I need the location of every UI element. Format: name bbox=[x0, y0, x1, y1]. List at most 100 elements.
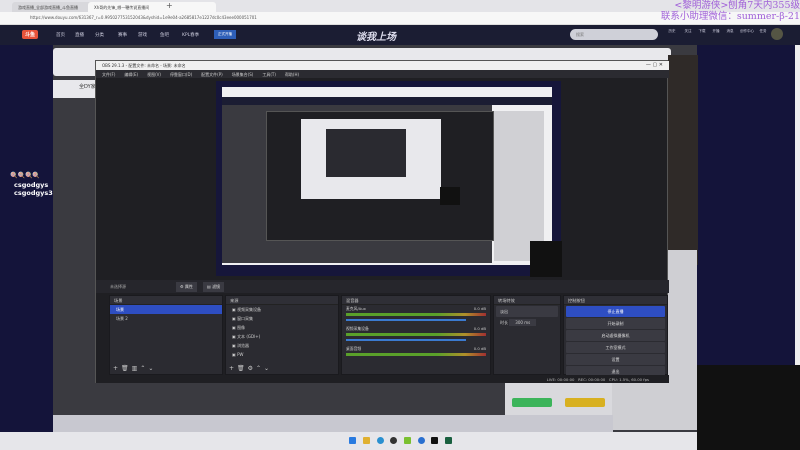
settings-button[interactable]: 设置 bbox=[566, 354, 665, 365]
url-input[interactable]: https://www.douyu.com/631367_r=0.9950277… bbox=[30, 15, 570, 23]
status-bar: LIVE: 00:00:00 REC: 00:00:00 CPU: 1.5%, … bbox=[96, 375, 669, 383]
menu-edit[interactable]: 编辑(E) bbox=[124, 72, 138, 77]
new-tab-button[interactable]: + bbox=[166, 1, 173, 10]
app-icon[interactable] bbox=[431, 437, 438, 444]
message-icon[interactable]: 消息 bbox=[723, 29, 737, 34]
duration-input[interactable]: 300 ms bbox=[509, 319, 537, 326]
obs-window: OBS 29.1.3 - 配置文件: 未命名 - 场景: 未命名 — ▢ ✕ 文件… bbox=[95, 60, 669, 383]
transition-select[interactable]: 淡出 bbox=[496, 306, 558, 317]
live-time: LIVE: 00:00:00 bbox=[546, 377, 575, 382]
properties-button[interactable]: ⚙ 属性 bbox=[176, 282, 197, 292]
gift-card bbox=[505, 383, 612, 415]
scenes-dock: 场景 场景 场景 2 +🗑▥⌃⌄ bbox=[109, 295, 223, 375]
edge-icon[interactable] bbox=[377, 437, 384, 444]
source-item[interactable]: ▣ 视频采集设备 bbox=[226, 305, 338, 314]
nav-live[interactable]: 直播 bbox=[75, 32, 84, 38]
download-icon[interactable]: 下载 bbox=[695, 29, 709, 34]
stop-streaming-button[interactable]: 停止直播 bbox=[566, 306, 665, 317]
dock-title: 转场特效 bbox=[494, 296, 560, 305]
mixer-channel: 桌面音频 0.0 dB bbox=[342, 345, 490, 357]
source-toolbar: 未选择源 ⚙ 属性 ▤ 滤镜 bbox=[96, 280, 669, 293]
menu-view[interactable]: 视图(V) bbox=[147, 72, 161, 77]
browser-tab-active[interactable]: Xh哥的先锋_哪一鞭传说直播间 bbox=[88, 2, 216, 12]
black-region bbox=[697, 365, 800, 450]
explorer-icon[interactable] bbox=[363, 437, 370, 444]
audio-mixer-dock: 混音器 麦克风/Aux 0.0 dB 视频采集设备 0.0 dB 桌面音频 0.0 d… bbox=[341, 295, 491, 375]
cpu-fps: CPU: 1.5%, 60.00 fps bbox=[608, 377, 649, 382]
creator-icon[interactable]: 创作中心 bbox=[740, 29, 754, 34]
transitions-dock: 转场特效 淡出 时长 300 ms bbox=[493, 295, 561, 375]
left-background bbox=[0, 45, 53, 435]
preview-black-region bbox=[530, 241, 562, 277]
app-icon[interactable] bbox=[404, 437, 411, 444]
task-icon[interactable]: 任务 bbox=[756, 29, 770, 34]
green-button[interactable] bbox=[512, 398, 552, 407]
event-banner[interactable]: 谈我上场 bbox=[356, 28, 396, 43]
nav-kpl[interactable]: KPL春季 bbox=[182, 32, 199, 38]
mixer-channel: 麦克风/Aux 0.0 dB bbox=[342, 305, 490, 325]
filters-label: 滤镜 bbox=[212, 284, 221, 289]
history-icon[interactable]: 历史 bbox=[665, 29, 679, 34]
source-item[interactable]: ▣ 窗口采集 bbox=[226, 314, 338, 323]
douyu-logo[interactable]: 斗鱼 bbox=[22, 30, 39, 39]
source-item[interactable]: ▣ 文本 (GDI+) bbox=[226, 332, 338, 341]
go-live-badge[interactable]: 正式开播 bbox=[214, 30, 236, 39]
dock-title: 来源 bbox=[226, 296, 338, 305]
broadcast-icon[interactable]: 开播 bbox=[709, 29, 723, 34]
dock-title: 场景 bbox=[110, 296, 222, 305]
avatar[interactable] bbox=[771, 28, 783, 40]
selected-source-label: 未选择源 bbox=[110, 284, 126, 289]
menu-file[interactable]: 文件(F) bbox=[102, 72, 115, 77]
overlay-line-1: <黎明游侠>刨角7天内355级 bbox=[674, 0, 800, 11]
stream-overlay-text: <黎明游侠>刨角7天内355级 联系小助理微信：summer-β-21 bbox=[650, 0, 800, 22]
nav-fishbar[interactable]: 鱼吧 bbox=[160, 32, 169, 38]
mixer-channel: 视频采集设备 0.0 dB bbox=[342, 325, 490, 345]
search-input[interactable]: 搜索 bbox=[570, 29, 658, 40]
app-icon[interactable] bbox=[445, 437, 452, 444]
dock-title: 控制按钮 bbox=[564, 296, 667, 305]
nav-events[interactable]: 赛事 bbox=[118, 32, 127, 38]
preview-canvas[interactable] bbox=[216, 81, 561, 276]
viewer-name[interactable]: csgodgys3 bbox=[14, 189, 53, 197]
properties-label: 属性 bbox=[184, 284, 193, 289]
menu-docks[interactable]: 停靠窗口(D) bbox=[170, 72, 192, 77]
dock-title: 混音器 bbox=[342, 296, 490, 305]
volume-slider[interactable] bbox=[346, 319, 467, 321]
obs-title-bar: OBS 29.1.3 - 配置文件: 未命名 - 场景: 未命名 — ▢ ✕ bbox=[96, 61, 669, 70]
menu-scene-collection[interactable]: 场景集合(S) bbox=[232, 72, 254, 77]
nav-home[interactable]: 首页 bbox=[56, 32, 65, 38]
start-icon[interactable] bbox=[349, 437, 356, 444]
app-icon[interactable] bbox=[418, 437, 425, 444]
ad-panel[interactable] bbox=[668, 55, 698, 265]
follow-icon[interactable]: 关注 bbox=[681, 29, 695, 34]
nested-header bbox=[222, 97, 552, 105]
window-controls[interactable]: — ▢ ✕ bbox=[646, 62, 663, 68]
virtual-camera-button[interactable]: 启动虚拟摄像机 bbox=[566, 330, 665, 341]
obs-menu-bar: 文件(F) 编辑(E) 视图(V) 停靠窗口(D) 配置文件(P) 场景集合(S) 工具(T… bbox=[96, 70, 669, 78]
start-recording-button[interactable]: 开始录制 bbox=[566, 318, 665, 329]
lollipop-icons: 🍭🍭🍭🍭 bbox=[10, 172, 40, 179]
volume-slider[interactable] bbox=[346, 339, 467, 341]
source-toolbar[interactable]: +🗑⚙⌃⌄ bbox=[229, 365, 272, 372]
window-title: OBS 29.1.3 - 配置文件: 未命名 - 场景: 未命名 bbox=[102, 63, 186, 68]
yellow-button[interactable] bbox=[565, 398, 605, 407]
menu-profile[interactable]: 配置文件(P) bbox=[201, 72, 223, 77]
nav-games[interactable]: 游戏 bbox=[138, 32, 147, 38]
duration-row: 时长 300 ms bbox=[494, 318, 560, 327]
nav-category[interactable]: 分类 bbox=[95, 32, 104, 38]
scene-toolbar[interactable]: +🗑▥⌃⌄ bbox=[113, 365, 156, 372]
viewer-name[interactable]: csgodgys bbox=[14, 181, 48, 189]
source-item[interactable]: ▣ 浏览器 bbox=[226, 341, 338, 350]
scene-item[interactable]: 场景 bbox=[110, 305, 222, 314]
nested-chat bbox=[494, 111, 544, 261]
source-item[interactable]: ▣ 图像 bbox=[226, 323, 338, 332]
obs-icon[interactable] bbox=[390, 437, 397, 444]
controls-dock: 控制按钮 停止直播 开始录制 启动虚拟摄像机 工作室模式 设置 退出 bbox=[563, 295, 668, 377]
menu-help[interactable]: 帮助(H) bbox=[285, 72, 299, 77]
menu-tools[interactable]: 工具(T) bbox=[262, 72, 276, 77]
source-item[interactable]: ▣ PW bbox=[226, 350, 338, 359]
overlay-line-2: 联系小助理微信：summer-β-21 bbox=[660, 11, 800, 22]
scene-item[interactable]: 场景 2 bbox=[110, 314, 222, 323]
filters-button[interactable]: ▤ 滤镜 bbox=[203, 282, 225, 292]
studio-mode-button[interactable]: 工作室模式 bbox=[566, 342, 665, 353]
